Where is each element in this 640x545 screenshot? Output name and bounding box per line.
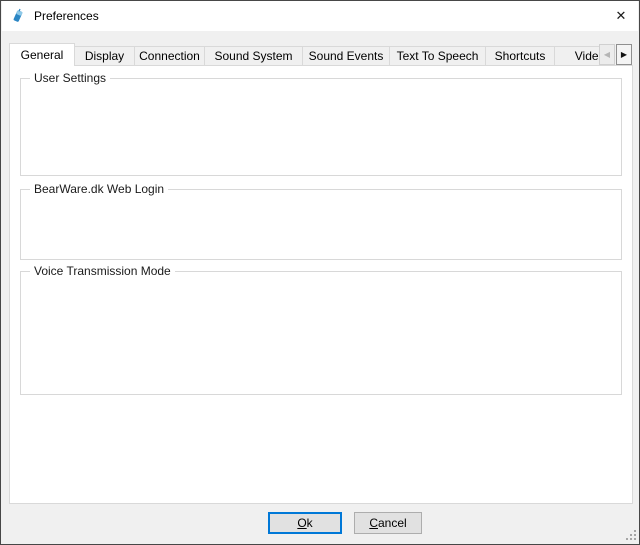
group-voice-transmission: Voice Transmission Mode — [20, 271, 622, 395]
group-user-settings: User Settings — [20, 78, 622, 176]
tab-display[interactable]: Display — [74, 46, 135, 66]
title-bar: Preferences ✕ — [2, 1, 638, 31]
tab-sound-events[interactable]: Sound Events — [302, 46, 390, 66]
cancel-button[interactable]: Cancel — [354, 512, 422, 534]
tab-general[interactable]: General — [9, 43, 75, 66]
tab-text-to-speech[interactable]: Text To Speech — [389, 46, 486, 66]
tab-shortcuts[interactable]: Shortcuts — [485, 46, 555, 66]
tab-scroll-left-button[interactable]: ◀ — [599, 44, 615, 65]
tab-scroll-right-button[interactable]: ▶ — [616, 44, 632, 65]
close-icon: ✕ — [616, 8, 627, 24]
tab-video[interactable]: Video — [554, 46, 599, 66]
tab-bar: General Display Connection Sound System … — [9, 43, 599, 66]
window-title: Preferences — [34, 9, 99, 23]
tab-connection[interactable]: Connection — [134, 46, 205, 66]
teamtalk-app-icon — [10, 8, 26, 24]
ok-button[interactable]: Ok — [268, 512, 342, 534]
group-title-user-settings: User Settings — [30, 71, 110, 85]
chevron-left-icon: ◀ — [604, 50, 610, 59]
group-title-web-login: BearWare.dk Web Login — [30, 182, 168, 196]
group-title-voice-transmission: Voice Transmission Mode — [30, 264, 175, 278]
chevron-right-icon: ▶ — [621, 50, 627, 59]
resize-grip[interactable] — [625, 530, 636, 541]
preferences-dialog: Preferences ✕ General Display Connection… — [0, 0, 640, 545]
close-button[interactable]: ✕ — [604, 1, 638, 31]
group-web-login: BearWare.dk Web Login — [20, 189, 622, 260]
tab-sound-system[interactable]: Sound System — [204, 46, 303, 66]
